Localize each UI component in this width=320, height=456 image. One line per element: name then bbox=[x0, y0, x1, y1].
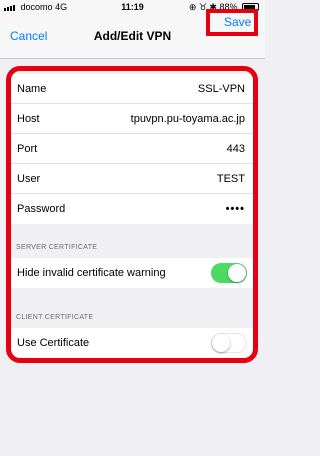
save-button[interactable]: Save bbox=[224, 15, 251, 29]
settings-highlight-frame bbox=[6, 66, 258, 363]
